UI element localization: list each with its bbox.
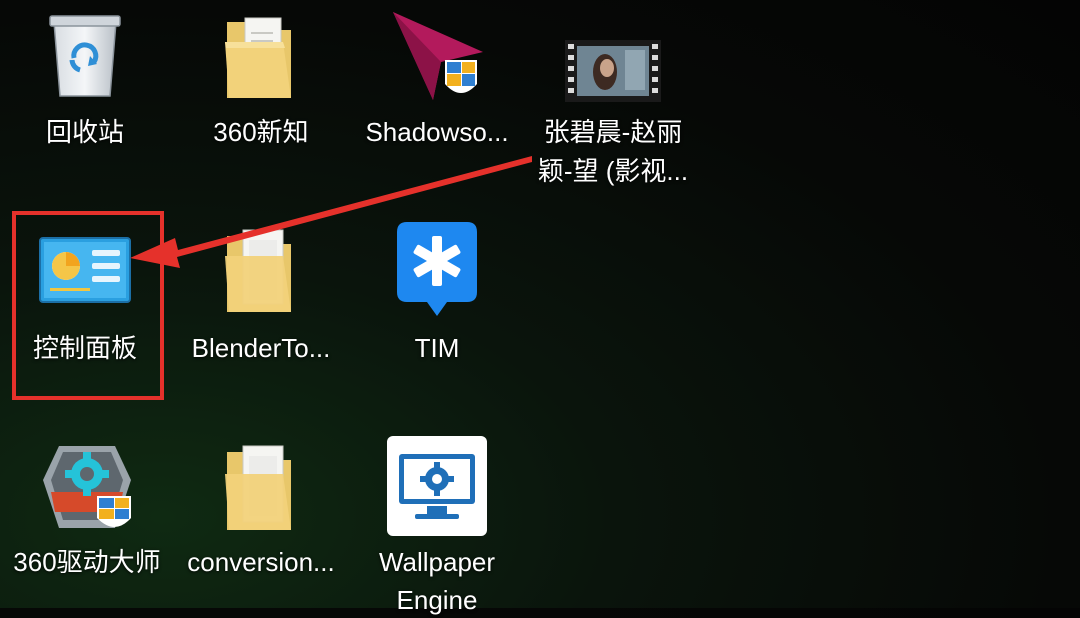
recycle-bin-icon bbox=[40, 8, 130, 100]
desktop-icon-label-line1: Wallpaper bbox=[378, 547, 496, 577]
desktop-icon-label: TIM bbox=[414, 333, 460, 363]
desktop-icon-label: 回收站 bbox=[45, 117, 124, 147]
desktop-icon-label: 360驱动大师 bbox=[13, 547, 161, 577]
desktop-icon-360-driver[interactable]: 360驱动大师 bbox=[2, 430, 172, 608]
wallpaper-engine-icon bbox=[387, 436, 487, 536]
highlight-box bbox=[12, 211, 164, 400]
shadowsocks-icon bbox=[387, 8, 487, 104]
desktop-icon-label-line2: 颖-望 (影视... bbox=[537, 156, 689, 186]
desktop-icon-360-xinzhi[interactable]: 360新知 bbox=[176, 0, 346, 160]
tim-icon bbox=[395, 220, 479, 320]
folder-icon bbox=[221, 12, 301, 102]
desktop-icon-label: Shadowso... bbox=[365, 117, 509, 147]
desktop-icon-label: conversion... bbox=[187, 547, 335, 577]
desktop-icon-wallpaper-engine[interactable]: Wallpaper Engine bbox=[352, 430, 522, 615]
desktop-icon-conversion[interactable]: conversion... bbox=[176, 430, 346, 608]
desktop-icon-label: BlenderTo... bbox=[191, 333, 331, 363]
desktop-icon-video[interactable]: 张碧晨-赵丽 颖-望 (影视... bbox=[528, 0, 698, 190]
desktop-icon-shadowsocks[interactable]: Shadowso... bbox=[352, 0, 522, 160]
desktop-icon-label-line1: 张碧晨-赵丽 bbox=[543, 117, 683, 147]
desktop-icon-recycle-bin[interactable]: 回收站 bbox=[0, 0, 170, 160]
desktop-icon-label: 360新知 bbox=[213, 117, 309, 147]
driver-master-icon bbox=[37, 440, 137, 536]
desktop-icon-tim[interactable]: TIM bbox=[352, 216, 522, 386]
video-file-icon bbox=[565, 40, 661, 102]
desktop-icon-blendertools[interactable]: BlenderTo... bbox=[176, 216, 346, 386]
folder-icon bbox=[221, 226, 301, 316]
folder-icon bbox=[221, 442, 301, 534]
desktop-icon-label-line2: Engine bbox=[396, 585, 478, 615]
